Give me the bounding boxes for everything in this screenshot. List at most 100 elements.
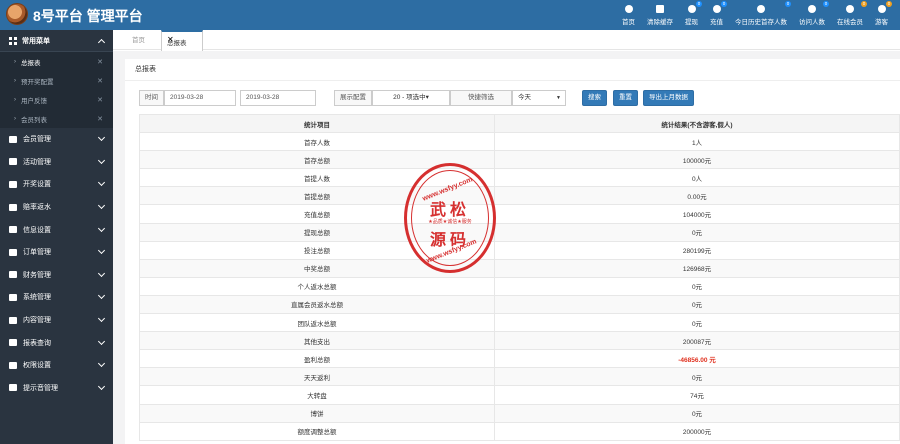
table-row: 团队返水总额 0元 bbox=[139, 313, 900, 333]
sidebar-menu-item[interactable]: 开奖设置 bbox=[0, 173, 113, 196]
nav-item[interactable]: 首页 bbox=[616, 0, 641, 30]
stamp-text-bottom: 源码 bbox=[429, 232, 470, 249]
watermark-stamp: www.wsfyy.com 武松 ★品质★诚信★服务 源码 www.wsfyy.… bbox=[404, 163, 496, 273]
chevron-down-icon bbox=[97, 269, 106, 277]
table-row: 直属会员返水总额 0元 bbox=[139, 294, 900, 315]
nav-item-label: 提现 bbox=[685, 19, 698, 26]
list-icon bbox=[9, 248, 17, 256]
logo-avatar bbox=[6, 3, 28, 25]
tab-home[interactable]: 首页 bbox=[123, 34, 154, 50]
sidebar-menu-item[interactable]: 信息设置 bbox=[0, 218, 113, 241]
sidebar-menu-item[interactable]: 赔率返水 bbox=[0, 196, 113, 219]
close-icon[interactable]: ✕ bbox=[167, 35, 199, 44]
tab-summary-report[interactable]: 总报表 ✕ bbox=[161, 30, 203, 51]
row-item-value: 0.00元 bbox=[494, 186, 900, 206]
date-from-input[interactable]: 2019-03-28 bbox=[164, 90, 236, 106]
visitors-icon bbox=[808, 5, 816, 13]
stamp-text-top: 武松 bbox=[429, 202, 470, 219]
display-config-select[interactable]: 20 - 项选中▾ bbox=[372, 90, 450, 106]
row-item-value: 104000元 bbox=[494, 204, 900, 224]
chevron-down-icon bbox=[97, 134, 106, 142]
sidebar-subitem[interactable]: › 预开奖配置 ✕ bbox=[0, 71, 113, 90]
top-nav: 首页 清除缓存 提现 0 充值 0 今日历史首存人数 0 访问人数 0 在线会员 0 游客 0 bbox=[616, 0, 894, 30]
sidebar-head-common-menu[interactable]: 常用菜单 bbox=[0, 30, 113, 52]
deposit-icon bbox=[712, 5, 721, 13]
sidebar-menu-item[interactable]: 权限设置 bbox=[0, 354, 113, 377]
table-header-row: 统计项目 统计结果(不含游客,假人) bbox=[139, 113, 900, 134]
chevron-right-icon: › bbox=[14, 96, 16, 103]
close-icon[interactable]: ✕ bbox=[97, 96, 103, 104]
sidebar-menu-label: 提示音管理 bbox=[23, 384, 58, 392]
close-icon[interactable]: ✕ bbox=[97, 115, 103, 123]
date-to-input[interactable]: 2019-03-28 bbox=[240, 90, 316, 106]
app-title: 8号平台 管理平台 bbox=[33, 8, 143, 24]
row-item-value: 74元 bbox=[494, 385, 900, 405]
chevron-right-icon: › bbox=[14, 77, 16, 84]
table-row: 投注总额 280199元 bbox=[139, 240, 900, 260]
nav-item[interactable]: 访问人数 0 bbox=[793, 0, 831, 30]
sidebar-menu-item[interactable]: 订单管理 bbox=[0, 241, 113, 264]
row-item-value: -46856.00 元 bbox=[494, 349, 900, 369]
row-item-value: 280199元 bbox=[494, 240, 900, 260]
sidebar-menu-item[interactable]: 报表查询 bbox=[0, 331, 113, 354]
sidebar-menu-item[interactable]: 提示音管理 bbox=[0, 377, 113, 400]
close-icon[interactable]: ✕ bbox=[97, 77, 103, 85]
sidebar-menu-label: 权限设置 bbox=[23, 362, 51, 370]
table-row: 首存总额 100000元 bbox=[139, 150, 900, 170]
nav-item[interactable]: 提现 0 bbox=[679, 0, 704, 30]
nav-item-label: 今日历史首存人数 bbox=[735, 19, 787, 26]
star-icon bbox=[9, 180, 17, 188]
nav-item[interactable]: 充值 0 bbox=[704, 0, 729, 30]
nav-item[interactable]: 在线会员 0 bbox=[831, 0, 869, 30]
quick-filter-select[interactable]: 今天 ▼ bbox=[512, 90, 566, 106]
guest-icon bbox=[877, 5, 886, 13]
export-button[interactable]: 导出上月数据 bbox=[643, 90, 694, 106]
row-item-label: 额度调整总额 bbox=[139, 421, 495, 441]
nav-item[interactable]: 游客 0 bbox=[869, 0, 894, 30]
nav-item-label: 访问人数 bbox=[799, 19, 825, 26]
sidebar-menu-item[interactable]: 内容管理 bbox=[0, 309, 113, 332]
sidebar-subitem[interactable]: › 总报表 ✕ bbox=[0, 52, 113, 71]
sidebar-menu-item[interactable]: 会员管理 bbox=[0, 128, 113, 151]
table-row: 其他支出 200087元 bbox=[139, 331, 900, 351]
key-icon bbox=[9, 361, 17, 369]
sidebar-menu-label: 内容管理 bbox=[23, 317, 51, 325]
chevron-down-icon bbox=[97, 382, 106, 390]
sidebar-menu-label: 订单管理 bbox=[23, 249, 51, 257]
sidebar-menu-item[interactable]: 系统管理 bbox=[0, 286, 113, 309]
table-row: 天天返利 0元 bbox=[139, 367, 900, 387]
nav-item-label: 充值 bbox=[710, 19, 723, 26]
report-table: 统计项目 统计结果(不含游客,假人) 首存人数 1人 首存总额 100000元 首提人数… bbox=[139, 113, 900, 441]
sidebar-subitem-label: 总报表 bbox=[21, 59, 41, 67]
nav-item[interactable]: 今日历史首存人数 0 bbox=[729, 0, 793, 30]
chevron-down-icon bbox=[97, 179, 106, 187]
filter-bar: 时间 2019-03-28 2019-03-28 展示配置 20 - 项选中▾ … bbox=[139, 90, 694, 106]
nav-item[interactable]: 清除缓存 bbox=[641, 0, 679, 30]
row-item-label: 盈利总额 bbox=[139, 349, 495, 369]
sidebar-subitem[interactable]: › 用户反馈 ✕ bbox=[0, 90, 113, 109]
row-item-label: 团队返水总额 bbox=[139, 313, 495, 333]
sidebar-menu-item[interactable]: 财务管理 bbox=[0, 264, 113, 287]
user-icon bbox=[846, 5, 854, 13]
chevron-down-icon bbox=[97, 292, 106, 300]
users-icon bbox=[757, 5, 765, 13]
quick-filter-value: 今天 bbox=[518, 94, 531, 101]
table-row: 提现总额 0元 bbox=[139, 222, 900, 242]
sidebar-subitem[interactable]: › 会员列表 ✕ bbox=[0, 109, 113, 128]
chevron-up-icon bbox=[97, 38, 106, 46]
table-row: 中奖总额 126968元 bbox=[139, 258, 900, 278]
close-icon[interactable]: ✕ bbox=[97, 58, 103, 66]
row-item-label: 其他支出 bbox=[139, 331, 495, 351]
time-label: 时间 bbox=[139, 90, 164, 106]
sidebar-menu-item[interactable]: 活动管理 bbox=[0, 151, 113, 174]
column-header-result: 统计结果(不含游客,假人) bbox=[494, 113, 900, 134]
sidebar-menu-label: 活动管理 bbox=[23, 158, 51, 166]
row-item-value: 200000元 bbox=[494, 421, 900, 441]
reset-button[interactable]: 重置 bbox=[613, 90, 638, 106]
count-badge: 0 bbox=[785, 1, 791, 7]
search-icon bbox=[9, 339, 17, 347]
row-item-label: 个人返水总额 bbox=[139, 276, 495, 296]
search-button[interactable]: 搜索 bbox=[582, 90, 607, 106]
count-badge: 0 bbox=[823, 1, 829, 7]
grid-icon bbox=[9, 316, 17, 324]
